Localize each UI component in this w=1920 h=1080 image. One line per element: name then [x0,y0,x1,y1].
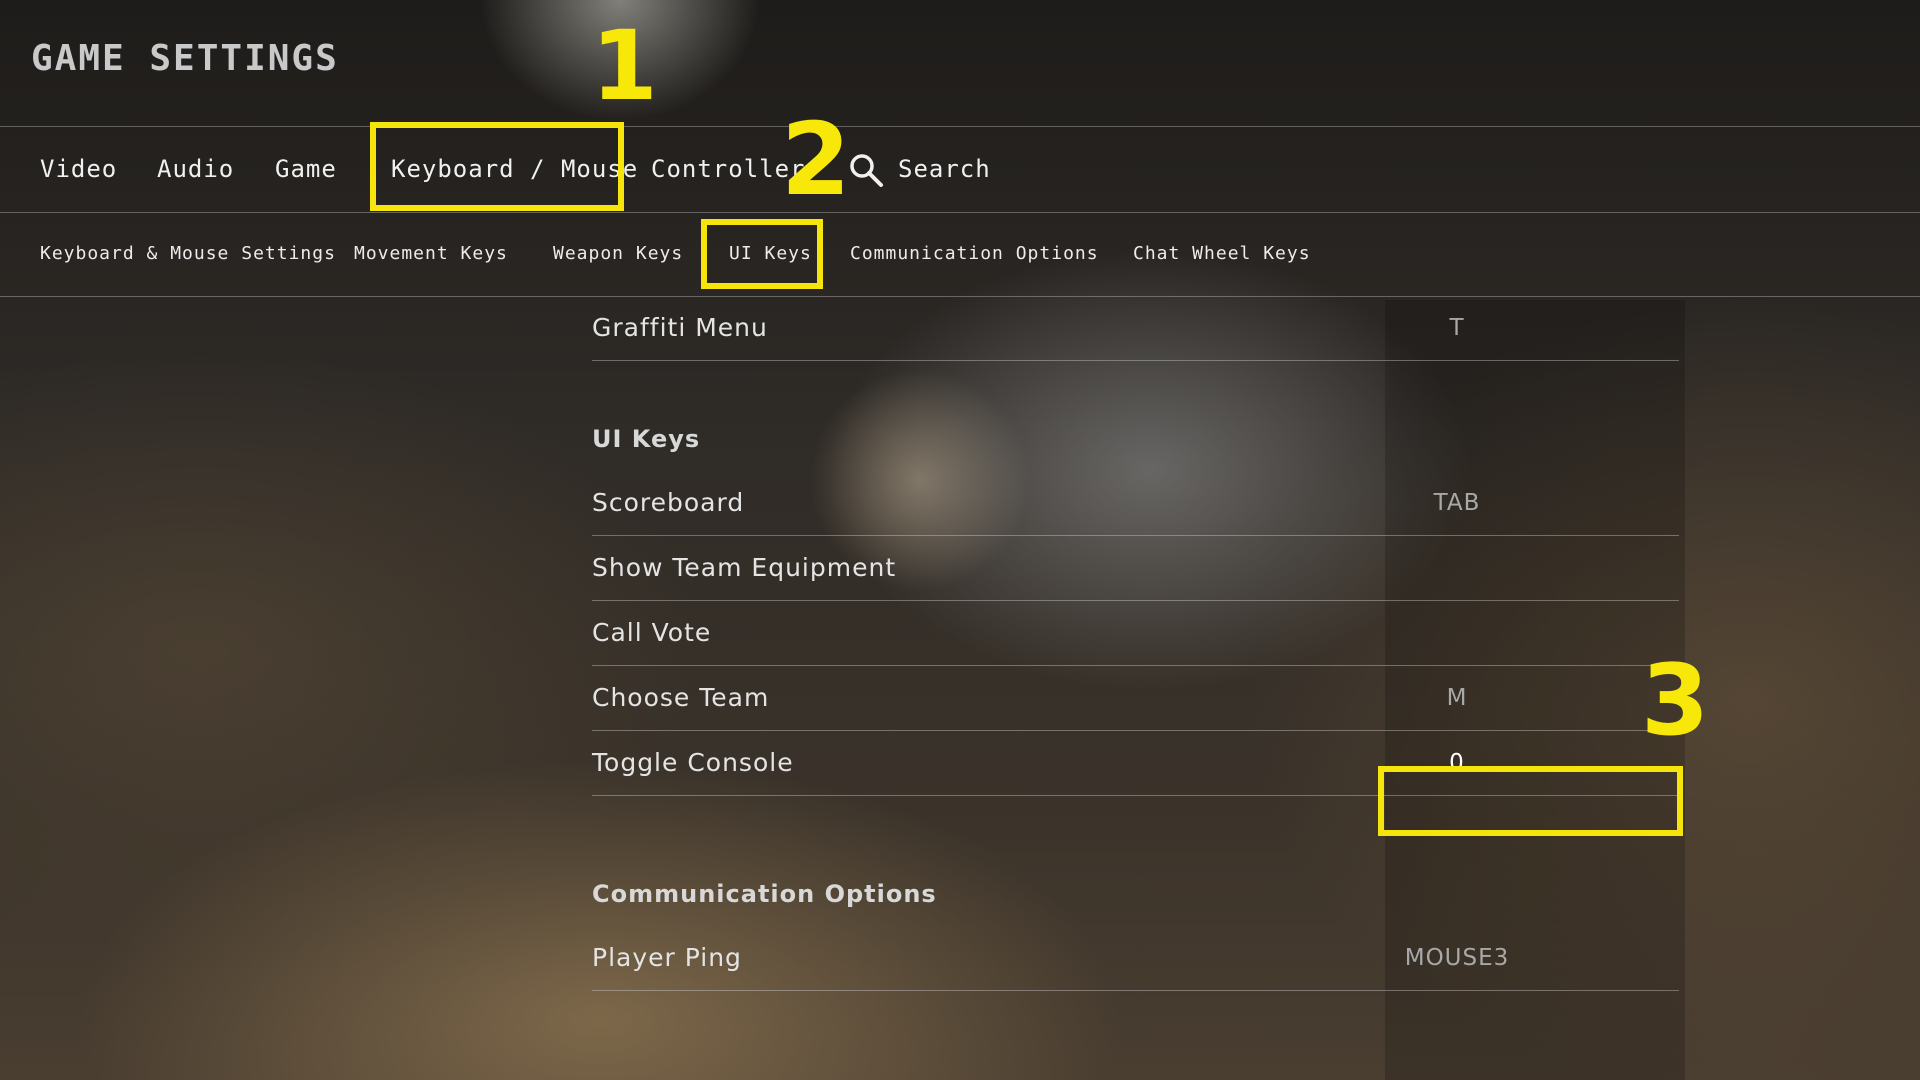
keybind-row-player-ping[interactable]: Player Ping MOUSE3 [592,926,1679,991]
keybind-value[interactable]: M [1382,666,1532,730]
tab-keyboard-mouse[interactable]: Keyboard / Mouse [391,127,638,212]
subtab-communication-options[interactable]: Communication Options [850,212,1099,296]
page-title: GAME SETTINGS [31,38,339,79]
keybind-row-scoreboard[interactable]: Scoreboard TAB [592,471,1679,536]
keybind-row-choose-team[interactable]: Choose Team M [592,666,1679,731]
sub-tab-bar: Keyboard & Mouse Settings Movement Keys … [0,212,1920,296]
tab-video[interactable]: Video [40,127,117,212]
tab-search[interactable]: Search [848,127,991,212]
keybind-label: Scoreboard [592,488,745,517]
tab-audio[interactable]: Audio [157,127,234,212]
keybind-list: Graffiti Menu T UI Keys Scoreboard TAB S… [592,296,1679,991]
keybind-label: Toggle Console [592,748,794,777]
top-tab-bar: Video Audio Game Keyboard / Mouse Contro… [0,127,1920,212]
keybind-value[interactable]: T [1382,296,1532,360]
keybind-label: Graffiti Menu [592,313,768,342]
subtab-chat-wheel-keys[interactable]: Chat Wheel Keys [1133,212,1311,296]
section-communication-options: Communication Options [592,796,1679,926]
section-heading: Communication Options [592,880,937,908]
subtab-keyboard-mouse-settings[interactable]: Keyboard & Mouse Settings [40,212,336,296]
keybind-label: Player Ping [592,943,742,972]
keybind-value[interactable]: MOUSE3 [1382,926,1532,990]
keybind-label: Show Team Equipment [592,553,897,582]
annotation-number-2: 2 [781,101,851,218]
subtab-movement-keys[interactable]: Movement Keys [354,212,508,296]
keybind-row-graffiti-menu[interactable]: Graffiti Menu T [592,296,1679,361]
annotation-number-1: 1 [591,10,658,122]
tab-search-label: Search [898,155,991,183]
keybind-value[interactable]: 0 [1382,731,1532,795]
keybind-label: Call Vote [592,618,712,647]
search-icon [850,153,883,187]
subtab-ui-keys[interactable]: UI Keys [729,212,812,296]
keybind-row-show-team-equipment[interactable]: Show Team Equipment [592,536,1679,601]
keybind-row-toggle-console[interactable]: Toggle Console 0 [592,731,1679,796]
keybind-row-call-vote[interactable]: Call Vote [592,601,1679,666]
keybind-value[interactable]: TAB [1382,471,1532,535]
section-ui-keys: UI Keys [592,361,1679,471]
section-heading: UI Keys [592,425,701,453]
annotation-number-3: 3 [1641,644,1710,758]
tab-game[interactable]: Game [275,127,337,212]
keybind-label: Choose Team [592,683,770,712]
subtab-weapon-keys[interactable]: Weapon Keys [553,212,683,296]
